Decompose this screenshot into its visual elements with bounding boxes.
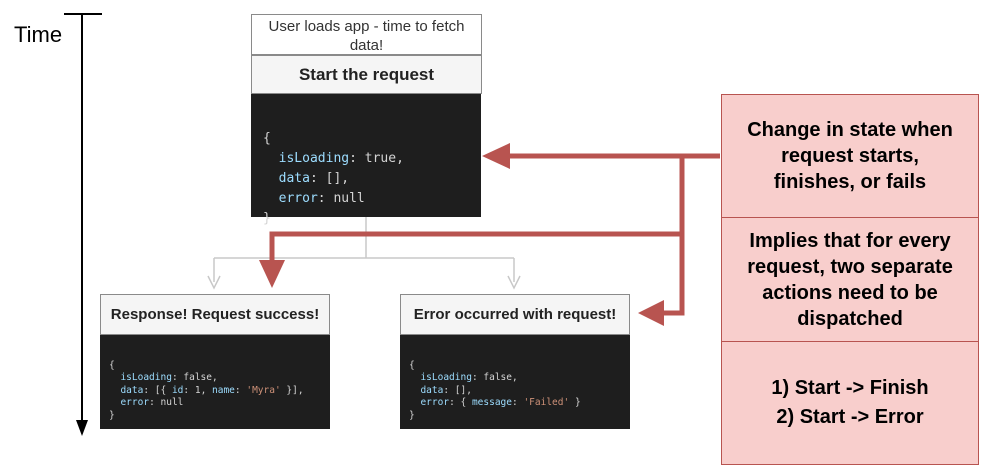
- code-line: error: { message: 'Failed' }: [420, 397, 581, 408]
- error-header: Error occurred with request!: [400, 294, 630, 335]
- implies-line: actions need to be: [762, 281, 938, 304]
- implies-line: Implies that for every: [749, 229, 951, 252]
- arrow-to-start-icon: [482, 143, 510, 169]
- start-note: User loads app - time to fetch data!: [251, 14, 482, 55]
- implies-box: Implies that for every request, two sepa…: [721, 217, 979, 342]
- start-code-block: { isLoading: true, data: [], error: null…: [251, 94, 481, 226]
- code-line: data: [],: [278, 171, 350, 186]
- error-code-block: { isLoading: false, data: [], error: { m…: [400, 335, 630, 429]
- code-line: {: [263, 131, 271, 146]
- arrow-to-error-icon: [638, 300, 664, 326]
- time-axis: [64, 13, 102, 436]
- code-line: data: [{ id: 1, name: 'Myra' }],: [120, 384, 304, 396]
- success-code-block: { isLoading: false, data: [{ id: 1, name…: [100, 335, 330, 429]
- success-header-text: Response! Request success!: [110, 306, 320, 323]
- code-line: isLoading: false,: [120, 372, 218, 383]
- start-header-text: Start the request: [298, 64, 435, 84]
- state-change-line: Change in state when: [747, 119, 953, 141]
- implies-line: request, two separate: [747, 255, 953, 278]
- code-line: }: [263, 211, 271, 226]
- time-axis-arrow-icon: [76, 420, 88, 436]
- state-change-line: request starts,: [781, 145, 919, 167]
- error-header-text: Error occurred with request!: [413, 306, 617, 323]
- code-line: }: [409, 409, 415, 421]
- implies-line: dispatched: [797, 307, 903, 330]
- state-change-box: Change in state when request starts, fin…: [721, 94, 979, 218]
- code-line: isLoading: false,: [420, 372, 518, 383]
- start-note-text: User loads app - time to fetch data!: [268, 18, 465, 54]
- flow-line: 1) Start -> Finish: [771, 377, 929, 399]
- code-line: error: null: [278, 191, 365, 206]
- code-line: error: null: [120, 397, 184, 408]
- code-line: data: [],: [420, 384, 472, 396]
- code-line: }: [109, 409, 115, 421]
- code-line: {: [109, 359, 115, 371]
- flows-box: 1) Start -> Finish 2) Start -> Error: [721, 341, 979, 465]
- time-axis-label: Time: [14, 22, 63, 47]
- start-header: Start the request: [251, 55, 482, 94]
- arrow-to-success-icon: [259, 260, 285, 288]
- flow-line: 2) Start -> Error: [776, 406, 924, 428]
- success-header: Response! Request success!: [100, 294, 330, 335]
- state-change-line: finishes, or fails: [773, 171, 927, 193]
- code-line: isLoading: true,: [278, 151, 404, 166]
- code-line: {: [409, 359, 415, 371]
